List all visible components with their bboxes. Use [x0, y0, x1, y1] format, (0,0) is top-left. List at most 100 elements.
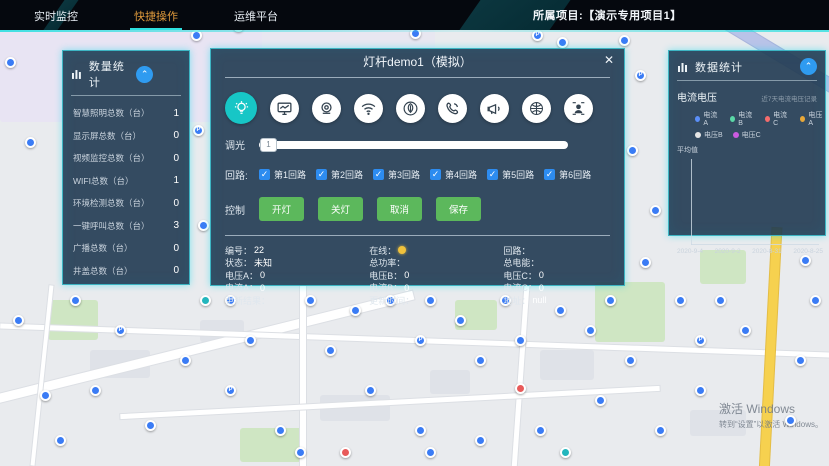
map-road: [512, 285, 530, 466]
map-device-marker[interactable]: [675, 295, 686, 306]
map-device-marker[interactable]: [5, 57, 16, 68]
map-device-marker[interactable]: [275, 425, 286, 436]
lighting-icon[interactable]: [225, 92, 257, 124]
call-phone-icon[interactable]: [438, 94, 467, 123]
checkbox-circuit-6[interactable]: ✓第6回路: [544, 168, 591, 181]
nav-tab-quick-actions[interactable]: 快捷操作: [130, 1, 182, 29]
map-device-marker[interactable]: [800, 255, 811, 266]
face-recognition-icon[interactable]: [564, 94, 593, 123]
map-device-marker[interactable]: [295, 447, 306, 458]
map-device-marker[interactable]: [13, 315, 24, 326]
info-current-c: 电流C：0: [503, 282, 615, 295]
checkbox-checked-icon: ✓: [544, 169, 555, 180]
map-device-marker[interactable]: [785, 415, 796, 426]
map-device-marker[interactable]: [145, 420, 156, 431]
collapse-arrow-button[interactable]: ⌃: [136, 66, 153, 83]
display-screen-icon[interactable]: [270, 94, 299, 123]
nav-tab-ops-platform[interactable]: 运维平台: [230, 1, 282, 29]
legend-current-a[interactable]: 电流A: [695, 110, 720, 127]
close-icon[interactable]: ✕: [604, 53, 614, 67]
map-device-marker[interactable]: [350, 305, 361, 316]
info-value: 未知: [254, 256, 272, 269]
map-device-marker[interactable]: [70, 295, 81, 306]
map-device-marker[interactable]: [715, 295, 726, 306]
map-device-marker[interactable]: [415, 425, 426, 436]
checkbox-circuit-4[interactable]: ✓第4回路: [430, 168, 477, 181]
map-device-marker[interactable]: [180, 355, 191, 366]
legend-voltage-b[interactable]: 电压B: [695, 130, 723, 140]
map-device-marker[interactable]: [198, 220, 209, 231]
nav-tab-realtime-monitor[interactable]: 实时监控: [30, 1, 82, 29]
map-device-marker[interactable]: [560, 447, 571, 458]
map-device-marker[interactable]: [365, 385, 376, 396]
map-device-marker[interactable]: [695, 385, 706, 396]
stat-value: 0: [173, 198, 179, 209]
checkbox-circuit-3[interactable]: ✓第3回路: [373, 168, 420, 181]
map-device-marker[interactable]: [515, 383, 526, 394]
map-device-marker[interactable]: [535, 425, 546, 436]
manhole-cover-icon[interactable]: [522, 94, 551, 123]
brightness-slider-handle[interactable]: 1: [260, 138, 277, 152]
light-off-button[interactable]: 关灯: [318, 197, 363, 221]
broadcast-megaphone-icon[interactable]: [480, 94, 509, 123]
map-device-marker[interactable]: P: [193, 125, 204, 136]
map-device-marker[interactable]: [810, 295, 821, 306]
map-device-marker[interactable]: P: [415, 335, 426, 346]
stat-value: 3: [173, 220, 179, 231]
map-device-marker[interactable]: [455, 315, 466, 326]
map-device-marker[interactable]: [200, 295, 211, 306]
map-device-marker[interactable]: [557, 37, 568, 48]
checkbox-circuit-2[interactable]: ✓第2回路: [316, 168, 363, 181]
map-device-marker[interactable]: [475, 355, 486, 366]
map-device-marker[interactable]: P: [225, 385, 236, 396]
map-device-marker[interactable]: [515, 335, 526, 346]
wifi-icon[interactable]: [354, 94, 383, 123]
checkbox-checked-icon: ✓: [430, 169, 441, 180]
map-device-marker[interactable]: [475, 435, 486, 446]
map-device-marker[interactable]: [795, 355, 806, 366]
checkbox-checked-icon: ✓: [316, 169, 327, 180]
map-device-marker[interactable]: P: [635, 70, 646, 81]
legend-voltage-a[interactable]: 电压A: [800, 110, 825, 127]
collapse-arrow-button[interactable]: ⌃: [800, 58, 817, 75]
video-camera-icon[interactable]: [312, 94, 341, 123]
brightness-slider[interactable]: 1: [259, 141, 568, 149]
stat-row-manhole: 井盖总数（台）0: [73, 260, 179, 283]
y-axis-line: [691, 159, 692, 245]
info-label: 电压A：: [225, 269, 258, 282]
checkbox-circuit-1[interactable]: ✓第1回路: [259, 168, 306, 181]
map-device-marker[interactable]: [640, 257, 651, 268]
map-device-marker[interactable]: [40, 390, 51, 401]
map-device-marker[interactable]: [245, 335, 256, 346]
map-device-marker[interactable]: [90, 385, 101, 396]
map-highway-s20: [760, 228, 782, 466]
map-device-marker[interactable]: [619, 35, 630, 46]
map-park: [48, 300, 98, 340]
environment-leaf-icon[interactable]: [396, 94, 425, 123]
map-device-marker[interactable]: [740, 325, 751, 336]
map-device-marker[interactable]: [625, 355, 636, 366]
map-device-marker[interactable]: [650, 205, 661, 216]
map-device-marker[interactable]: P: [695, 335, 706, 346]
map-device-marker[interactable]: [627, 145, 638, 156]
map-device-marker[interactable]: [655, 425, 666, 436]
legend-current-b[interactable]: 电流B: [730, 110, 755, 127]
map-device-marker[interactable]: [55, 435, 66, 446]
info-value: 0: [404, 283, 409, 293]
legend-current-c[interactable]: 电流C: [765, 110, 790, 127]
map-device-marker[interactable]: [25, 137, 36, 148]
save-button[interactable]: 保存: [436, 197, 481, 221]
legend-label: 电压C: [742, 130, 761, 140]
checkbox-circuit-5[interactable]: ✓第5回路: [487, 168, 534, 181]
map-device-marker[interactable]: [555, 305, 566, 316]
info-label: 更新时间：: [369, 294, 414, 307]
map-device-marker[interactable]: [585, 325, 596, 336]
cancel-button[interactable]: 取消: [377, 197, 422, 221]
map-device-marker[interactable]: [595, 395, 606, 406]
map-device-marker[interactable]: [325, 345, 336, 356]
light-on-button[interactable]: 开灯: [259, 197, 304, 221]
map-device-marker[interactable]: [340, 447, 351, 458]
legend-voltage-c[interactable]: 电压C: [733, 130, 761, 140]
map-device-marker[interactable]: [425, 447, 436, 458]
map-device-marker[interactable]: P: [115, 325, 126, 336]
